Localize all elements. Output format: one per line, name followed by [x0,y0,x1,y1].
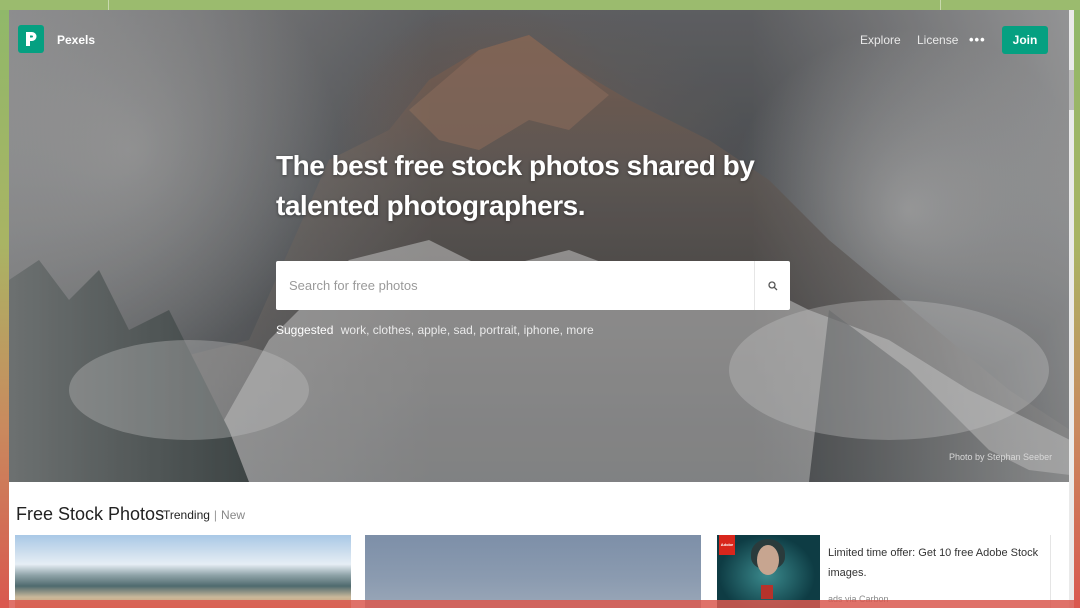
tab-separator: | [213,508,218,522]
photo-card[interactable] [365,535,701,608]
feed-tabs: Trending | New [163,508,245,522]
desktop-background-strip [0,0,1080,10]
pexels-logo-icon [26,32,37,46]
brand-name[interactable]: Pexels [57,33,95,47]
suggested-tag-apple[interactable]: apple, [417,323,450,337]
tab-new[interactable]: New [221,508,245,522]
nav-license-link[interactable]: License [917,33,958,47]
hero-section: Pexels Explore License ••• Join The best… [9,10,1070,482]
headline-line-1: The best free stock photos shared by [276,150,755,181]
scrollbar[interactable] [1069,10,1074,608]
suggested-searches: Suggested work, clothes, apple, sad, por… [276,323,594,337]
photo-feed: Free Stock Photos Trending | New Adobe Lim… [9,482,1070,608]
ad-image[interactable]: Adobe [717,535,820,608]
section-title: Free Stock Photos [16,504,165,524]
hero-headline: The best free stock photos shared by tal… [276,146,796,226]
more-menu-icon[interactable]: ••• [969,32,986,47]
search-icon [768,280,778,290]
photo-card[interactable] [15,535,351,608]
headline-line-2: talented photographers. [276,190,585,221]
top-navigation: Pexels Explore License ••• Join [9,10,1070,70]
scrollbar-thumb[interactable] [1069,70,1074,110]
adobe-logo-icon: Adobe [719,535,735,555]
search-button[interactable] [754,261,791,310]
browser-page: Pexels Explore License ••• Join The best… [9,10,1070,608]
suggested-label: Suggested [276,323,334,337]
join-button[interactable]: Join [1002,26,1048,54]
suggested-tag-clothes[interactable]: clothes, [373,323,414,337]
ad-product-box [761,585,773,599]
tab-trending[interactable]: Trending [163,508,210,522]
ad-model-face [757,545,779,575]
desktop-background-band [0,600,1080,608]
suggested-tag-portrait[interactable]: portrait, [480,323,521,337]
search-input[interactable] [276,261,749,310]
ad-text[interactable]: Limited time offer: Get 10 free Adobe St… [828,543,1043,583]
search-bar [276,261,790,310]
suggested-tag-work[interactable]: work, [341,323,370,337]
hero-overlay [9,10,1070,482]
photo-credit[interactable]: Photo by Stephan Seeber [949,452,1052,462]
pexels-logo[interactable] [18,25,44,53]
suggested-tag-iphone[interactable]: iphone, [524,323,563,337]
suggested-more-link[interactable]: more [566,323,593,337]
nav-explore-link[interactable]: Explore [860,33,901,47]
ad-divider [1050,535,1051,608]
suggested-tag-sad[interactable]: sad, [454,323,477,337]
